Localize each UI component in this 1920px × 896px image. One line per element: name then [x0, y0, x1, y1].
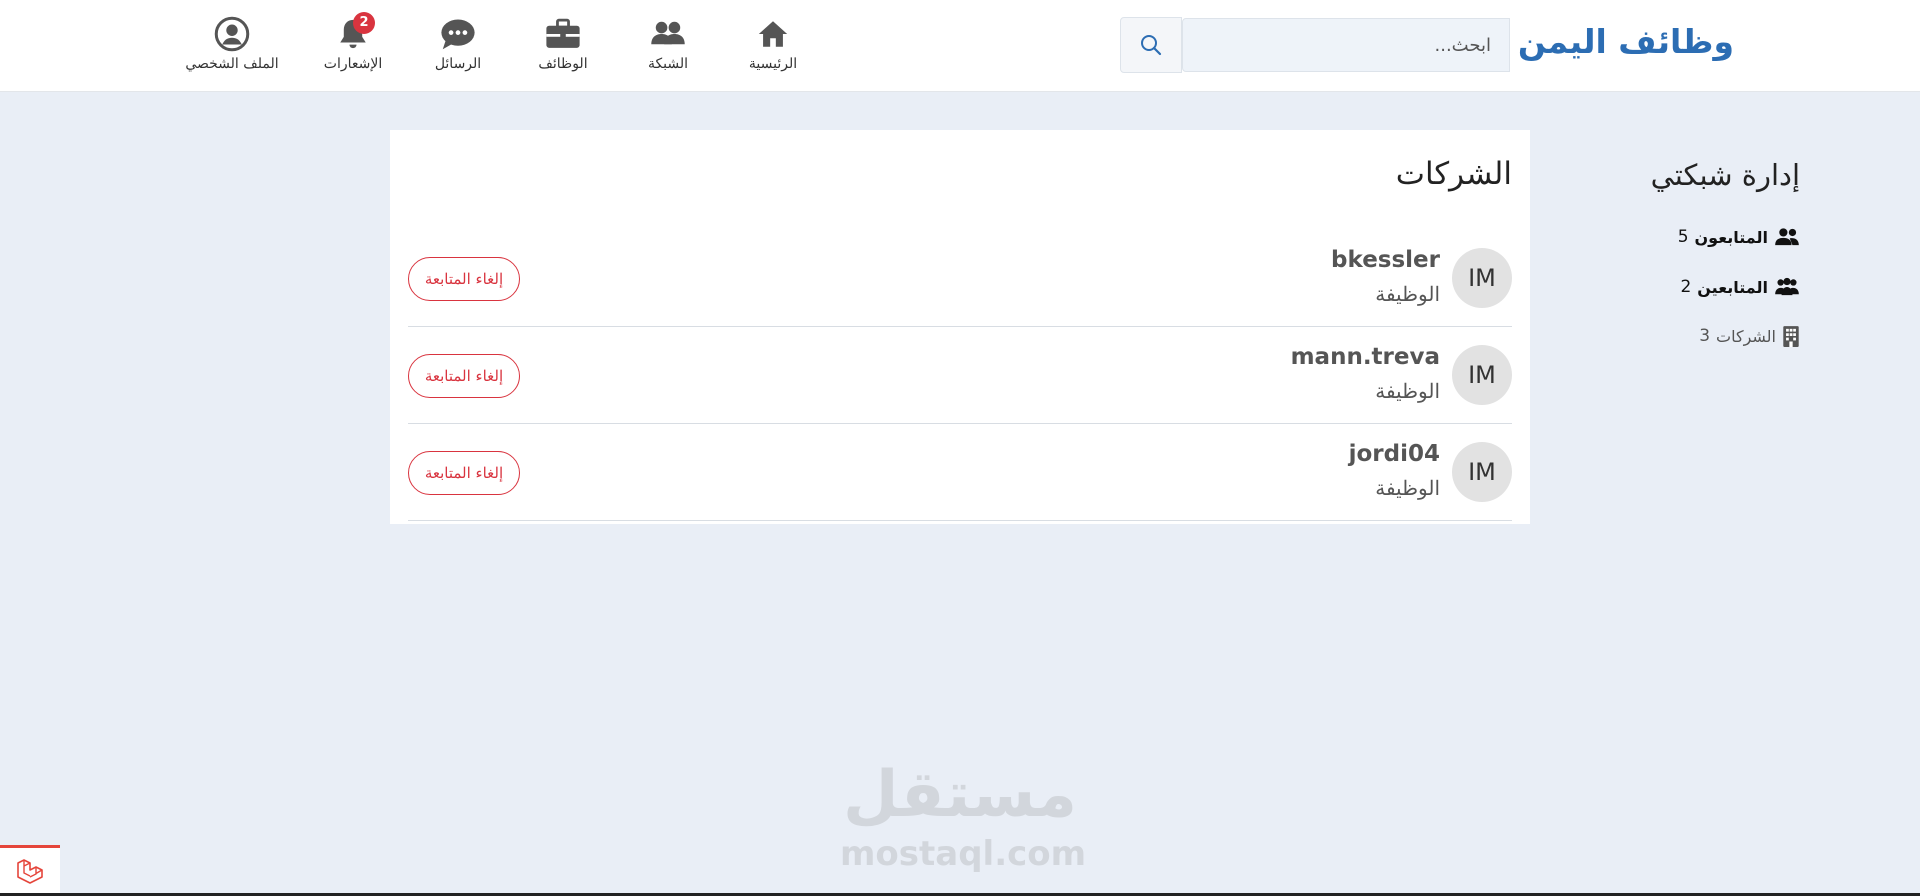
unfollow-button[interactable]: إلغاء المتابعة — [408, 257, 520, 301]
company-job: الوظيفة — [1375, 282, 1440, 306]
chat-icon — [441, 19, 475, 50]
nav-jobs-label: الوظائف — [538, 56, 588, 72]
briefcase-icon — [546, 18, 580, 48]
page-title: الشركات — [1395, 156, 1512, 192]
sidebar-item-following[interactable]: المتابعين 2 — [1640, 272, 1800, 302]
watermark-latin: mostaql.com — [840, 834, 1087, 874]
sidebar-item-label: المتابعون — [1694, 227, 1768, 247]
sidebar-item-count: 2 — [1680, 277, 1692, 297]
users-icon — [651, 21, 685, 45]
laravel-logo-icon — [17, 858, 43, 884]
sidebar-item-label: الشركات — [1716, 326, 1776, 346]
company-name[interactable]: jordi04 — [1349, 441, 1440, 467]
top-navbar: وظائف اليمن الرئيسية الشبكة الوظائف — [0, 0, 1920, 92]
nav-network-label: الشبكة — [647, 56, 689, 72]
brand-logo[interactable]: وظائف اليمن — [1518, 22, 1734, 70]
company-row: IM jordi04 الوظيفة إلغاء المتابعة — [408, 424, 1512, 521]
nav-messages-label: الرسائل — [434, 56, 482, 72]
search-button[interactable] — [1120, 17, 1182, 73]
nav-notifications-label: الإشعارات — [323, 56, 383, 72]
sidebar-item-companies[interactable]: الشركات 3 — [1640, 321, 1800, 351]
nav-home-label: الرئيسية — [748, 56, 798, 72]
company-job: الوظيفة — [1375, 476, 1440, 500]
debugbar-toggle[interactable] — [0, 845, 60, 893]
sidebar-item-followers[interactable]: المتابعون 5 — [1640, 222, 1800, 252]
nav-network[interactable]: الشبكة — [613, 12, 723, 78]
search-icon — [1141, 35, 1162, 56]
sidebar-item-count: 5 — [1677, 227, 1689, 247]
avatar[interactable]: IM — [1452, 248, 1512, 308]
unfollow-button[interactable]: إلغاء المتابعة — [408, 354, 520, 398]
company-row: IM mann.treva الوظيفة إلغاء المتابعة — [408, 327, 1512, 424]
users-friends-icon — [1775, 277, 1799, 296]
unfollow-button[interactable]: إلغاء المتابعة — [408, 451, 520, 495]
watermark-arabic: مستقل — [842, 758, 1078, 832]
company-job: الوظيفة — [1375, 379, 1440, 403]
user-circle-icon — [214, 16, 250, 52]
companies-card: الشركات IM bkessler الوظيفة إلغاء المتاب… — [390, 130, 1530, 524]
sidebar-title: إدارة شبكتي — [1650, 158, 1800, 192]
nav-jobs[interactable]: الوظائف — [508, 12, 618, 78]
avatar[interactable]: IM — [1452, 345, 1512, 405]
building-icon — [1783, 326, 1799, 347]
sidebar-item-label: المتابعين — [1697, 277, 1768, 297]
company-name[interactable]: bkessler — [1331, 247, 1440, 273]
home-icon — [758, 21, 788, 47]
sidebar-item-count: 3 — [1699, 326, 1711, 346]
nav-messages[interactable]: الرسائل — [403, 12, 513, 78]
search-input[interactable] — [1182, 18, 1510, 72]
company-name[interactable]: mann.treva — [1291, 344, 1440, 370]
company-row: IM bkessler الوظيفة إلغاء المتابعة — [408, 230, 1512, 327]
nav-home[interactable]: الرئيسية — [718, 12, 828, 78]
avatar[interactable]: IM — [1452, 442, 1512, 502]
nav-notifications[interactable]: 2 الإشعارات — [298, 12, 408, 78]
notification-badge: 2 — [353, 12, 375, 34]
user-group-icon — [1775, 228, 1799, 246]
nav-profile-label: الملف الشخصي — [185, 56, 279, 72]
nav-profile[interactable]: الملف الشخصي — [177, 12, 287, 78]
